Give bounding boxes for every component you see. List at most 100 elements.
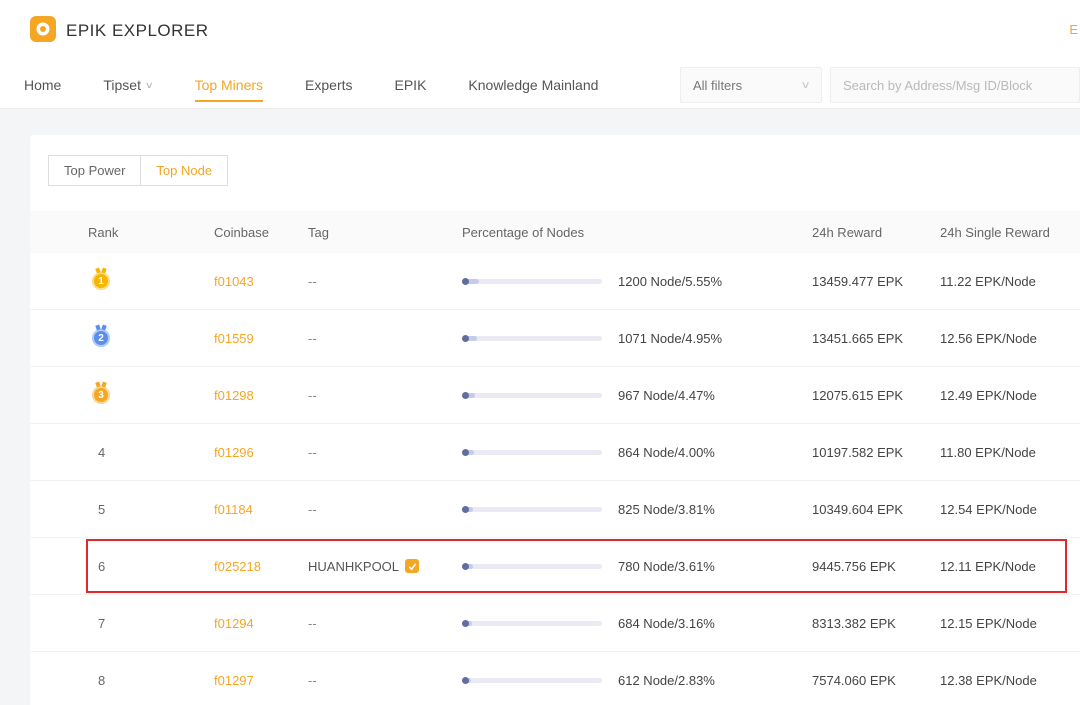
percentage-cell: 967 Node/4.47% <box>462 388 812 403</box>
reward-text: 7574.060 EPK <box>812 672 896 688</box>
tag-label: -- <box>308 444 317 460</box>
reward-text: 13451.665 EPK <box>812 330 904 346</box>
node-progress-bar <box>462 676 602 684</box>
main-content: Top Power Top Node Rank Coinbase Tag Percen… <box>0 135 1080 705</box>
table-row: 1 f01043 -- 1200 Node/5.55% 13459.477 EPK 11.… <box>30 253 1080 310</box>
nav-item-label: Top Miners <box>194 77 264 93</box>
search-input[interactable] <box>830 67 1080 103</box>
top-power-tab[interactable]: Top Power <box>48 155 142 186</box>
nodes-text: 1200 Node/5.55% <box>618 273 723 289</box>
coinbase-cell: f025218 <box>214 559 308 574</box>
reward-text: 12075.615 EPK <box>812 387 904 403</box>
search-box <box>830 67 1080 103</box>
single-reward-cell: 12.15 EPK/Node <box>940 616 1080 631</box>
nodes-text: 1071 Node/4.95% <box>618 330 723 346</box>
table-row: 5 f01184 -- 825 Node/3.81% 10349.604 EPK 12.5… <box>30 481 1080 538</box>
single-reward-text: 12.11 EPK/Node <box>940 558 1036 574</box>
nav-item-top-miners[interactable]: Top Miners <box>194 62 264 108</box>
progress-dot-icon <box>462 676 469 684</box>
reward-cell: 9445.756 EPK <box>812 559 940 574</box>
table-row: 4 f01296 -- 864 Node/4.00% 10197.582 EPK 11.8… <box>30 424 1080 481</box>
rank-number: 7 <box>98 615 106 631</box>
column-header: Coinbase <box>214 224 269 240</box>
tag-cell: -- <box>308 502 462 517</box>
tag-cell: -- <box>308 616 462 631</box>
coinbase-link[interactable]: f01184 <box>214 502 253 517</box>
nav-item-tipset[interactable]: Tipset ∨ <box>103 62 154 108</box>
table-header-row: Rank Coinbase Tag Percentage of Nodes 24h Re… <box>30 211 1080 253</box>
coinbase-link[interactable]: f01294 <box>214 616 254 631</box>
miners-card: Top Power Top Node Rank Coinbase Tag Percen… <box>30 135 1080 705</box>
rank-cell: 1 <box>88 272 214 290</box>
coinbase-link[interactable]: f01043 <box>214 274 254 289</box>
tag-label: -- <box>308 330 317 346</box>
nodes-text: 684 Node/3.16% <box>618 615 715 631</box>
reward-text: 8313.382 EPK <box>812 615 896 631</box>
tag-label: -- <box>308 387 317 403</box>
table-row: 3 f01298 -- 967 Node/4.47% 12075.615 EPK 12.4… <box>30 367 1080 424</box>
top-node-tab[interactable]: Top Node <box>140 155 229 186</box>
tag-cell: HUANHKPOOL <box>308 559 462 574</box>
single-reward-cell: 12.56 EPK/Node <box>940 331 1080 346</box>
tag-label: -- <box>308 672 317 688</box>
tag-label: -- <box>308 501 317 517</box>
nav-item-home[interactable]: Home <box>24 62 61 108</box>
nav-items: Home Tipset ∨ Top Miners Experts EPIK Knowledg… <box>24 62 640 108</box>
nav-item-epik[interactable]: EPIK <box>395 62 427 108</box>
column-header: Percentage of Nodes <box>462 224 585 240</box>
nav-item-label: Knowledge Mainland <box>468 77 599 93</box>
tag-cell: -- <box>308 274 462 289</box>
percentage-cell: 780 Node/3.61% <box>462 559 812 574</box>
brand: EPIK EXPLORER <box>30 15 209 47</box>
reward-text: 10197.582 EPK <box>812 444 904 460</box>
percentage-cell: 1071 Node/4.95% <box>462 331 812 346</box>
node-progress-bar <box>462 334 602 342</box>
coinbase-cell: f01043 <box>214 274 308 289</box>
column-header: 24h Reward <box>812 224 883 240</box>
brand-name: EPIK EXPLORER <box>66 21 209 40</box>
language-toggle[interactable]: E <box>1069 22 1078 37</box>
rank-cell: 8 <box>88 673 214 688</box>
miner-view-toggle: Top Power Top Node <box>48 155 1080 186</box>
single-reward-text: 12.49 EPK/Node <box>940 387 1037 403</box>
brand-logo-icon <box>30 15 56 47</box>
tag-cell: -- <box>308 388 462 403</box>
single-reward-text: 12.15 EPK/Node <box>940 615 1037 631</box>
progress-dot-icon <box>462 619 469 627</box>
table-body: 1 f01043 -- 1200 Node/5.55% 13459.477 EPK 11.… <box>30 253 1080 705</box>
coinbase-link[interactable]: f01297 <box>214 673 254 688</box>
coinbase-link[interactable]: f01296 <box>214 445 254 460</box>
reward-cell: 10349.604 EPK <box>812 502 940 517</box>
coinbase-link[interactable]: f01559 <box>214 331 254 346</box>
tag-cell: -- <box>308 331 462 346</box>
coinbase-link[interactable]: f025218 <box>214 559 261 574</box>
reward-cell: 10197.582 EPK <box>812 445 940 460</box>
tag-cell: -- <box>308 445 462 460</box>
single-reward-cell: 12.38 EPK/Node <box>940 673 1080 688</box>
percentage-cell: 825 Node/3.81% <box>462 502 812 517</box>
single-reward-text: 12.56 EPK/Node <box>940 330 1037 346</box>
nav-item-knowledge-mainland[interactable]: Knowledge Mainland <box>468 62 598 108</box>
rank-cell: 2 <box>88 329 214 347</box>
column-header: 24h Single Reward <box>940 224 1050 240</box>
single-reward-cell: 12.54 EPK/Node <box>940 502 1080 517</box>
rank-cell: 6 <box>88 559 214 574</box>
all-filters-select[interactable]: All filters ∨ <box>680 67 822 103</box>
nav-item-experts[interactable]: Experts <box>305 62 352 108</box>
nav-right: All filters ∨ <box>680 67 1080 103</box>
table-row: 8 f01297 -- 612 Node/2.83% 7574.060 EPK 12.38… <box>30 652 1080 705</box>
table-row: 7 f01294 -- 684 Node/3.16% 8313.382 EPK 12.15… <box>30 595 1080 652</box>
coinbase-cell: f01296 <box>214 445 308 460</box>
coinbase-link[interactable]: f01298 <box>214 388 254 403</box>
rank-number: 5 <box>98 501 106 517</box>
single-reward-cell: 12.11 EPK/Node <box>940 559 1080 574</box>
tag-label: -- <box>308 615 317 631</box>
rank-cell: 3 <box>88 386 214 404</box>
reward-cell: 8313.382 EPK <box>812 616 940 631</box>
coinbase-cell: f01184 <box>214 502 308 517</box>
reward-cell: 12075.615 EPK <box>812 388 940 403</box>
medal-icon: 2 <box>92 329 110 347</box>
nodes-text: 864 Node/4.00% <box>618 444 715 460</box>
progress-dot-icon <box>462 391 469 399</box>
main-nav: Home Tipset ∨ Top Miners Experts EPIK Knowledg… <box>0 62 1080 109</box>
